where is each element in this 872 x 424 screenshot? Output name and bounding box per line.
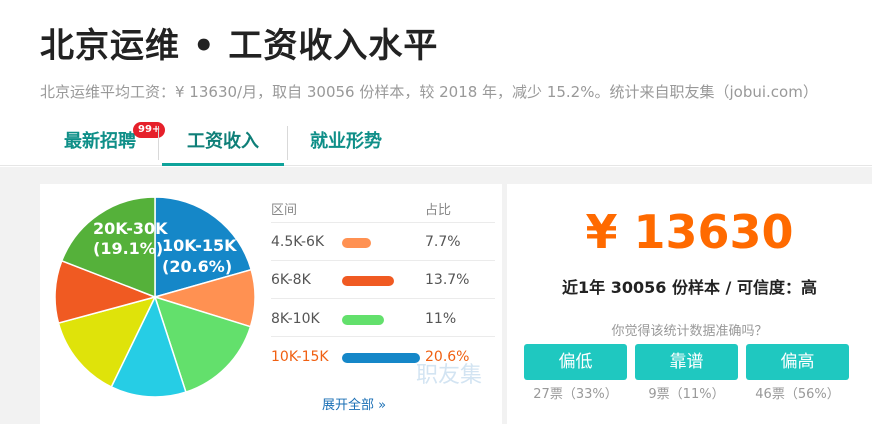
table-row-bar <box>342 238 371 248</box>
table-divider <box>271 222 495 223</box>
watermark: 职友集 <box>416 363 483 388</box>
vote-accurate-button[interactable]: 靠谱 <box>635 344 738 380</box>
salary-summary: 北京运维平均工资：¥ 13630/月，取自 30056 份样本，较 2018 年… <box>40 83 818 101</box>
table-row-pct: 13.7% <box>425 272 470 288</box>
tab-salary[interactable]: 工资收入 <box>162 122 284 166</box>
page-title: 北京运维 • 工资收入水平 <box>40 26 439 66</box>
table-row-pct: 11% <box>425 311 457 327</box>
table-row-range: 8K-10K <box>271 311 320 327</box>
table-header-ratio: 占比 <box>425 203 452 218</box>
table-divider <box>271 298 495 299</box>
vote-count: 46票（56%） <box>755 387 840 402</box>
tab-employment[interactable]: 就业形势 <box>292 122 400 166</box>
vote-count: 9票（11%） <box>648 387 725 402</box>
table-row-range: 4.5K-6K <box>271 234 325 250</box>
table-row-range: 6K-8K <box>271 272 311 288</box>
sample-info: 近1年 30056 份样本 / 可信度：高 <box>562 278 817 297</box>
table-row-bar <box>342 276 394 286</box>
table-row-bar <box>342 353 420 363</box>
table-divider <box>271 336 495 337</box>
pie-label-pct: (19.1%) <box>93 239 163 258</box>
table-row-range: 10K-15K <box>271 349 329 365</box>
pie-label-range: 10K-15K <box>162 236 237 255</box>
pie-label-pct: (20.6%) <box>162 257 232 276</box>
table-header-range: 区间 <box>271 203 298 218</box>
tab-divider <box>158 126 159 160</box>
table-divider <box>271 260 495 261</box>
table-row-bar <box>342 315 384 325</box>
pie-label-range: 20K-30K <box>93 219 168 238</box>
salary-pie-chart: 20K-30K (19.1%) 10K-15K (20.6%) <box>54 196 256 398</box>
jobs-count-badge: 99+ <box>133 122 166 138</box>
tab-bar: 最新招聘 99+ 工资收入 就业形势 <box>0 122 872 166</box>
table-row-pct: 7.7% <box>425 234 461 250</box>
vote-too-low-button[interactable]: 偏低 <box>524 344 627 380</box>
accuracy-question: 你觉得该统计数据准确吗？ <box>611 324 768 339</box>
tab-divider <box>287 126 288 160</box>
expand-all-link[interactable]: 展开全部 » <box>322 394 386 413</box>
vote-too-high-button[interactable]: 偏高 <box>746 344 849 380</box>
average-salary: ¥ 13630 <box>585 205 794 259</box>
vote-count: 27票（33%） <box>533 387 618 402</box>
